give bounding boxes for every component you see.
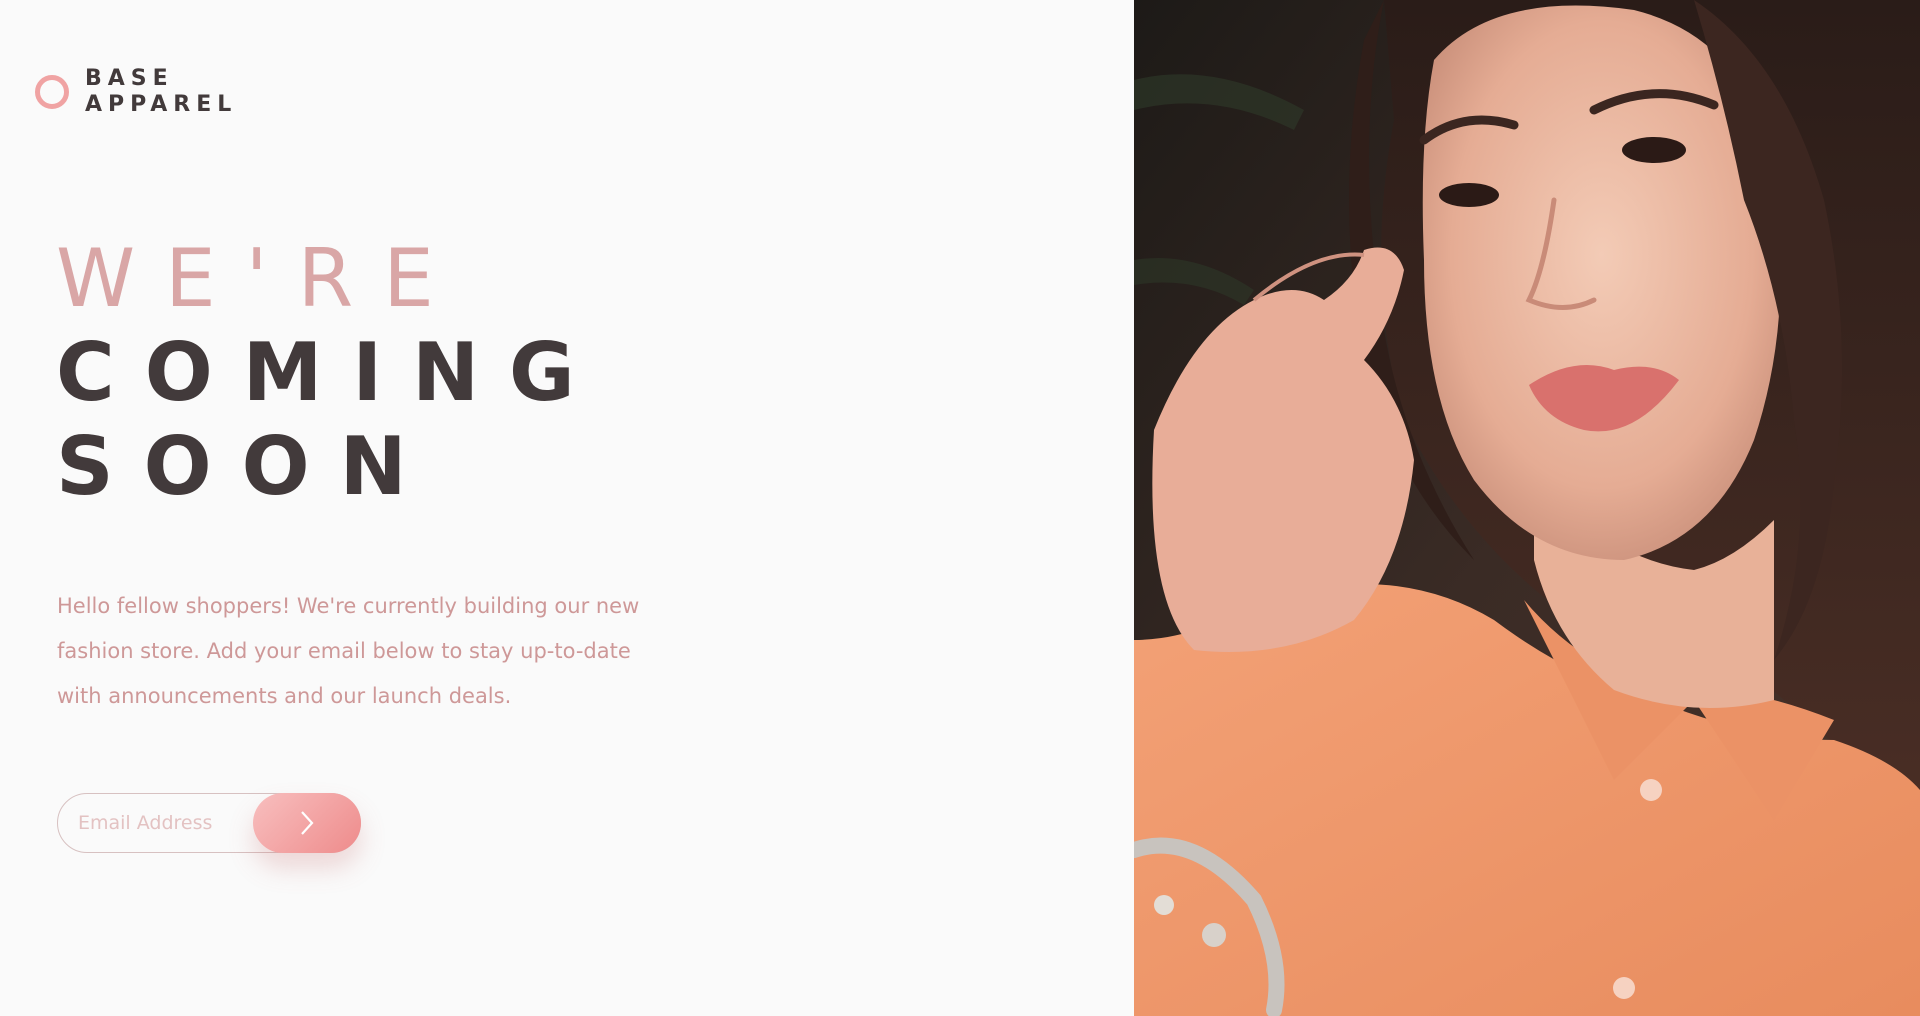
logo-ring-icon [35, 75, 69, 109]
bracelet-charm [1202, 923, 1226, 947]
chevron-right-icon [301, 811, 314, 835]
submit-button[interactable] [253, 793, 361, 853]
shirt-button [1613, 977, 1635, 999]
eye [1439, 183, 1499, 207]
eye [1622, 137, 1686, 163]
headline-line-2: COMING [56, 326, 605, 419]
logo-line-2: APPAREL [85, 92, 238, 117]
intro-text: Hello fellow shoppers! We're currently b… [57, 594, 640, 708]
page-title: WE'RE COMING SOON [56, 232, 605, 514]
shirt-button [1640, 779, 1662, 801]
headline-line-1: WE'RE [56, 232, 464, 325]
logo-wordmark: BASE APPAREL [85, 66, 237, 118]
hero-photo [1134, 0, 1920, 1016]
bracelet-charm [1154, 895, 1174, 915]
headline-line-3: SOON [56, 420, 437, 513]
brand-logo[interactable]: BASE APPAREL [35, 66, 237, 118]
hero-image [1134, 0, 1920, 1016]
email-signup-form [57, 793, 361, 853]
logo-line-1: BASE [85, 66, 174, 91]
content-panel: BASE APPAREL WE'RE COMING SOON Hello fel… [0, 0, 1134, 1016]
